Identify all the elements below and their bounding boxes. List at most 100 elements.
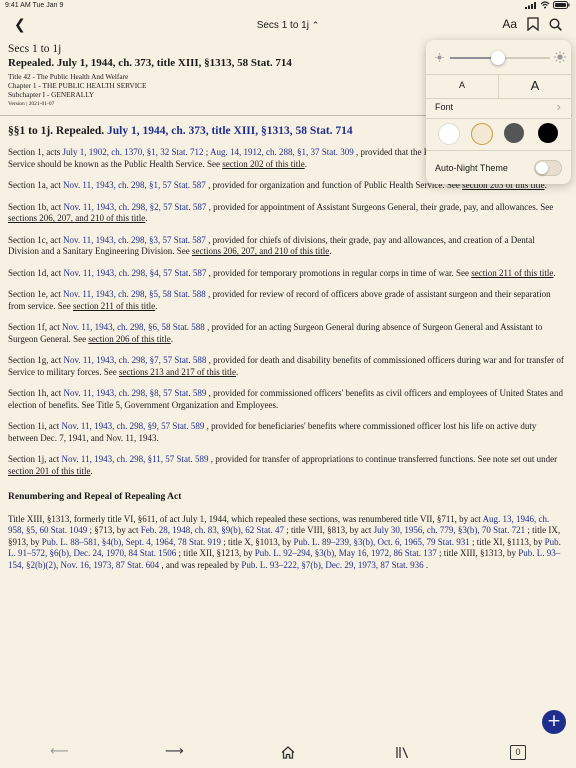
auto-night-toggle[interactable] bbox=[534, 160, 562, 176]
search-icon[interactable] bbox=[549, 17, 562, 31]
brightness-slider-knob[interactable] bbox=[491, 51, 505, 65]
section-text: , provided for organization and function… bbox=[205, 180, 463, 191]
tabs-count-button[interactable]: 0 bbox=[510, 745, 526, 760]
theme-gray-button[interactable] bbox=[504, 123, 524, 143]
text-settings-button[interactable]: Aa bbox=[502, 17, 517, 31]
citation-link[interactable]: Nov. 11, 1943, ch. 298, §4, 57 Stat. 587 bbox=[64, 268, 207, 278]
cross-reference-link[interactable]: sections 213 and 217 of this title bbox=[119, 367, 236, 377]
section-paragraph: Section 1b, act Nov. 11, 1943, ch. 298, … bbox=[8, 202, 564, 225]
theme-black-button[interactable] bbox=[538, 123, 558, 143]
citation-link[interactable]: Pub. L. 93–222, §7(b), Dec. 29, 1973, 87… bbox=[241, 560, 423, 570]
library-icon[interactable] bbox=[396, 746, 409, 759]
note-text: ; title VIII, §813, by act bbox=[284, 525, 374, 536]
cross-reference-link[interactable]: section 201 of this title bbox=[8, 466, 91, 476]
citation-link[interactable]: Nov. 11, 1943, ch. 298, §1, 57 Stat. 587 bbox=[63, 180, 206, 190]
citation-link[interactable]: Nov. 11, 1943, ch. 298, §11, 57 Stat. 58… bbox=[62, 454, 209, 464]
cross-reference-link[interactable]: section 202 of this title bbox=[222, 159, 305, 169]
section-text: . bbox=[304, 158, 307, 169]
section-list: Section 1, acts July 1, 1902, ch. 1370, … bbox=[8, 147, 564, 477]
font-size-row: A A bbox=[426, 74, 571, 99]
section-text: Section 1e, act bbox=[8, 289, 63, 300]
cross-reference-link[interactable]: sections 206, 207, and 210 of this title bbox=[192, 246, 329, 256]
section-paragraph: Section 1j, act Nov. 11, 1943, ch. 298, … bbox=[8, 454, 564, 477]
citation-link[interactable]: Pub. L. 89–239, §3(b), Oct. 6, 1965, 79 … bbox=[294, 537, 470, 547]
chevron-right-icon: › bbox=[556, 99, 561, 114]
citation-link[interactable]: Pub. L. 88–581, §4(b), Sept. 4, 1964, 78… bbox=[42, 537, 221, 547]
cross-reference-link[interactable]: section 206 of this title bbox=[88, 334, 171, 344]
renumbering-heading: Renumbering and Repeal of Repealing Act bbox=[8, 492, 182, 503]
theme-sepia-button[interactable] bbox=[471, 123, 493, 145]
citation-link[interactable]: Nov. 11, 1943, ch. 298, §5, 58 Stat. 588 bbox=[63, 289, 206, 299]
cellular-signal-icon bbox=[525, 1, 536, 9]
font-row[interactable]: Font › bbox=[426, 98, 571, 119]
note-text: , and was repealed by bbox=[159, 559, 242, 570]
section-paragraph: Section 1d, act Nov. 11, 1943, ch. 298, … bbox=[8, 268, 564, 280]
heading-link[interactable]: July 1, 1944, ch. 373, title XIII, §1313… bbox=[107, 125, 353, 137]
section-text: , provided for appointment of Assistant … bbox=[206, 201, 554, 212]
section-paragraph: Section 1h, act Nov. 11, 1943, ch. 298, … bbox=[8, 388, 564, 411]
citation-link[interactable]: Aug. 14, 1912, ch. 288, §1, 37 Stat. 309 bbox=[210, 147, 354, 157]
citation-link[interactable]: July 30, 1956, ch. 779, §3(b), 70 Stat. … bbox=[374, 525, 526, 535]
add-button[interactable]: + bbox=[542, 710, 566, 734]
citation-link[interactable]: Feb. 28, 1948, ch. 83, §9(b), 62 Stat. 4… bbox=[141, 525, 284, 535]
section-text: Section 1g, act bbox=[8, 355, 64, 366]
section-text: , provided for temporary promotions in r… bbox=[206, 267, 472, 278]
citation-link[interactable]: Nov. 11, 1943, ch. 298, §2, 57 Stat. 587 bbox=[64, 202, 207, 212]
section-text: Section 1h, act bbox=[8, 388, 64, 399]
section-text: . bbox=[155, 300, 158, 311]
cross-reference-link[interactable]: section 211 of this title bbox=[471, 268, 553, 278]
section-text: . bbox=[145, 213, 148, 224]
citation-link[interactable]: Nov. 11, 1943, ch. 298, §6, 58 Stat. 588 bbox=[62, 322, 205, 332]
section-text: Section 1j, act bbox=[8, 454, 62, 465]
wifi-icon bbox=[540, 1, 550, 9]
heading-prefix: §§1 to 1j. Repealed. bbox=[8, 124, 108, 137]
decrease-font-size-button[interactable]: A bbox=[426, 80, 498, 90]
section-paragraph: Section 1c, act Nov. 11, 1943, ch. 298, … bbox=[8, 235, 564, 258]
font-label: Font bbox=[435, 102, 454, 112]
display-settings-popover: A A Font › Auto-Night Theme bbox=[426, 40, 571, 184]
section-text: Section 1d, act bbox=[8, 267, 64, 278]
nav-title-button[interactable]: Secs 1 to 1j ⌃ bbox=[0, 20, 576, 31]
bookmark-icon[interactable] bbox=[527, 17, 539, 31]
auto-night-label: Auto-Night Theme bbox=[435, 163, 508, 173]
navigation-bar: ❮ Secs 1 to 1j ⌃ Aa bbox=[0, 12, 576, 40]
section-text: Section 1, acts bbox=[8, 147, 63, 158]
cross-reference-link[interactable]: section 211 of this title bbox=[73, 301, 155, 311]
section-paragraph: Section 1g, act Nov. 11, 1943, ch. 298, … bbox=[8, 355, 564, 378]
citation-link[interactable]: July 1, 1902, ch. 1370, §1, 32 Stat. 712 bbox=[63, 147, 204, 157]
section-text: . bbox=[553, 267, 556, 278]
brightness-low-icon bbox=[435, 53, 444, 62]
section-text: . bbox=[170, 333, 174, 344]
section-text: Section 1b, act bbox=[8, 201, 64, 212]
citation-link[interactable]: Nov. 11, 1943, ch. 298, §3, 57 Stat. 587 bbox=[63, 235, 206, 245]
panel-divider bbox=[426, 150, 571, 151]
section-paragraph: Section 1e, act Nov. 11, 1943, ch. 298, … bbox=[8, 289, 564, 312]
brightness-slider[interactable] bbox=[450, 51, 550, 65]
nav-actions: Aa bbox=[502, 17, 562, 31]
nav-title: Secs 1 to 1j bbox=[256, 20, 309, 31]
section-text: . bbox=[90, 465, 93, 476]
note-text: ; title XI, §1113, by bbox=[469, 536, 545, 547]
increase-font-size-button[interactable]: A bbox=[499, 78, 571, 93]
theme-white-button[interactable] bbox=[438, 123, 460, 145]
battery-icon bbox=[553, 1, 570, 9]
citation-link[interactable]: Nov. 11, 1943, ch. 298, §9, 57 Stat. 589 bbox=[62, 421, 205, 431]
section-text: . bbox=[329, 246, 332, 257]
section-text: Section 1f, act bbox=[8, 322, 62, 333]
status-bar: 9:41 AM Tue Jan 9 bbox=[0, 0, 576, 12]
citation-link[interactable]: Nov. 11, 1943, ch. 298, §8, 57 Stat. 589 bbox=[64, 388, 207, 398]
renumbering-paragraph: Title XIII, §1313, formerly title VI, §6… bbox=[8, 514, 564, 572]
section-text: Section 1c, act bbox=[8, 234, 63, 245]
brightness-high-icon bbox=[554, 51, 566, 63]
toggle-knob bbox=[536, 162, 548, 174]
forward-arrow-button[interactable]: ⟶ bbox=[165, 744, 184, 759]
home-icon[interactable] bbox=[281, 746, 295, 759]
note-text: ; title XIII, §1313, by bbox=[436, 548, 519, 559]
citation-link[interactable]: Nov. 11, 1943, ch. 298, §7, 57 Stat. 588 bbox=[64, 355, 207, 365]
cross-reference-link[interactable]: sections 206, 207, and 210 of this title bbox=[8, 213, 145, 223]
back-arrow-button[interactable]: ⟵ bbox=[50, 744, 69, 759]
section-text: . bbox=[235, 366, 239, 377]
citation-link[interactable]: Pub. L. 92–294, §3(b), May 16, 1972, 86 … bbox=[255, 548, 437, 558]
note-text: ; title XII, §1213, by bbox=[176, 548, 255, 559]
chevron-up-icon: ⌃ bbox=[311, 20, 320, 30]
